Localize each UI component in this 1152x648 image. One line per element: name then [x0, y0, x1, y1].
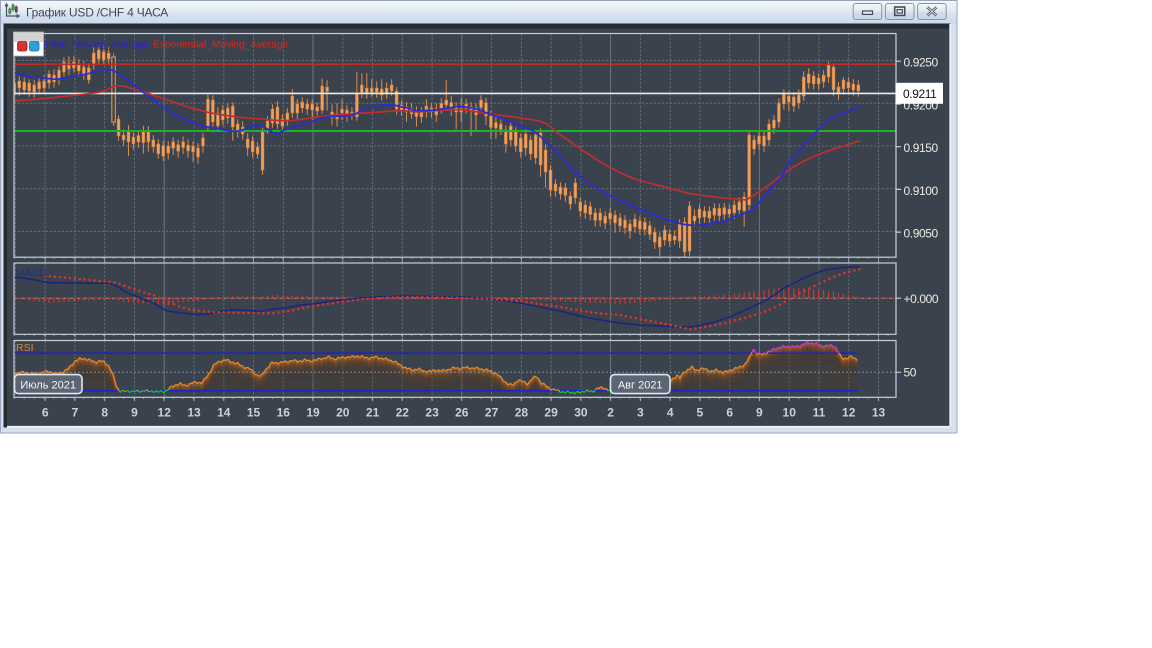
svg-text:12: 12	[158, 406, 172, 420]
svg-text:12: 12	[842, 406, 856, 420]
svg-text:30: 30	[574, 406, 588, 420]
svg-text:MACD: MACD	[16, 267, 47, 279]
svg-text:15: 15	[247, 406, 261, 420]
svg-text:2: 2	[607, 406, 614, 420]
svg-text:21: 21	[366, 406, 380, 420]
svg-text:27: 27	[485, 406, 499, 420]
svg-text:6: 6	[726, 406, 733, 420]
svg-text:20: 20	[336, 406, 350, 420]
svg-text:23: 23	[425, 406, 439, 420]
svg-text:11: 11	[813, 406, 826, 420]
svg-text:Авг 2021: Авг 2021	[618, 380, 663, 392]
svg-text:26: 26	[455, 406, 469, 420]
svg-text:29: 29	[544, 406, 558, 420]
svg-text:28: 28	[515, 406, 529, 420]
svg-text:Июль 2021: Июль 2021	[20, 380, 76, 392]
svg-text:RSI: RSI	[16, 342, 34, 354]
svg-text:14: 14	[217, 406, 231, 420]
svg-text:0.9150: 0.9150	[904, 141, 939, 155]
svg-text:Exponential_Moving_Average: Exponential_Moving_Average	[153, 39, 289, 50]
svg-text:График USD /CHF 4 ЧАСА: График USD /CHF 4 ЧАСА	[26, 6, 168, 20]
svg-text:13: 13	[872, 406, 886, 420]
svg-text:5: 5	[697, 406, 704, 420]
svg-text:16: 16	[277, 406, 291, 420]
svg-text:+0.000: +0.000	[904, 292, 939, 306]
svg-text:10: 10	[783, 406, 797, 420]
svg-text:19: 19	[306, 406, 320, 420]
svg-text:7: 7	[72, 406, 79, 420]
svg-text:0.9050: 0.9050	[904, 227, 939, 241]
svg-text:6: 6	[42, 406, 49, 420]
svg-text:0.9100: 0.9100	[904, 184, 939, 198]
svg-text:0.9211: 0.9211	[903, 87, 937, 101]
svg-text:9: 9	[131, 406, 138, 420]
svg-text:13: 13	[187, 406, 201, 420]
svg-text:50: 50	[904, 366, 917, 380]
svg-text:9: 9	[756, 406, 763, 420]
svg-text:22: 22	[396, 406, 410, 420]
svg-text:4: 4	[667, 406, 674, 420]
svg-text:0.9250: 0.9250	[904, 56, 939, 70]
svg-text:8: 8	[101, 406, 108, 420]
svg-text:3: 3	[637, 406, 644, 420]
